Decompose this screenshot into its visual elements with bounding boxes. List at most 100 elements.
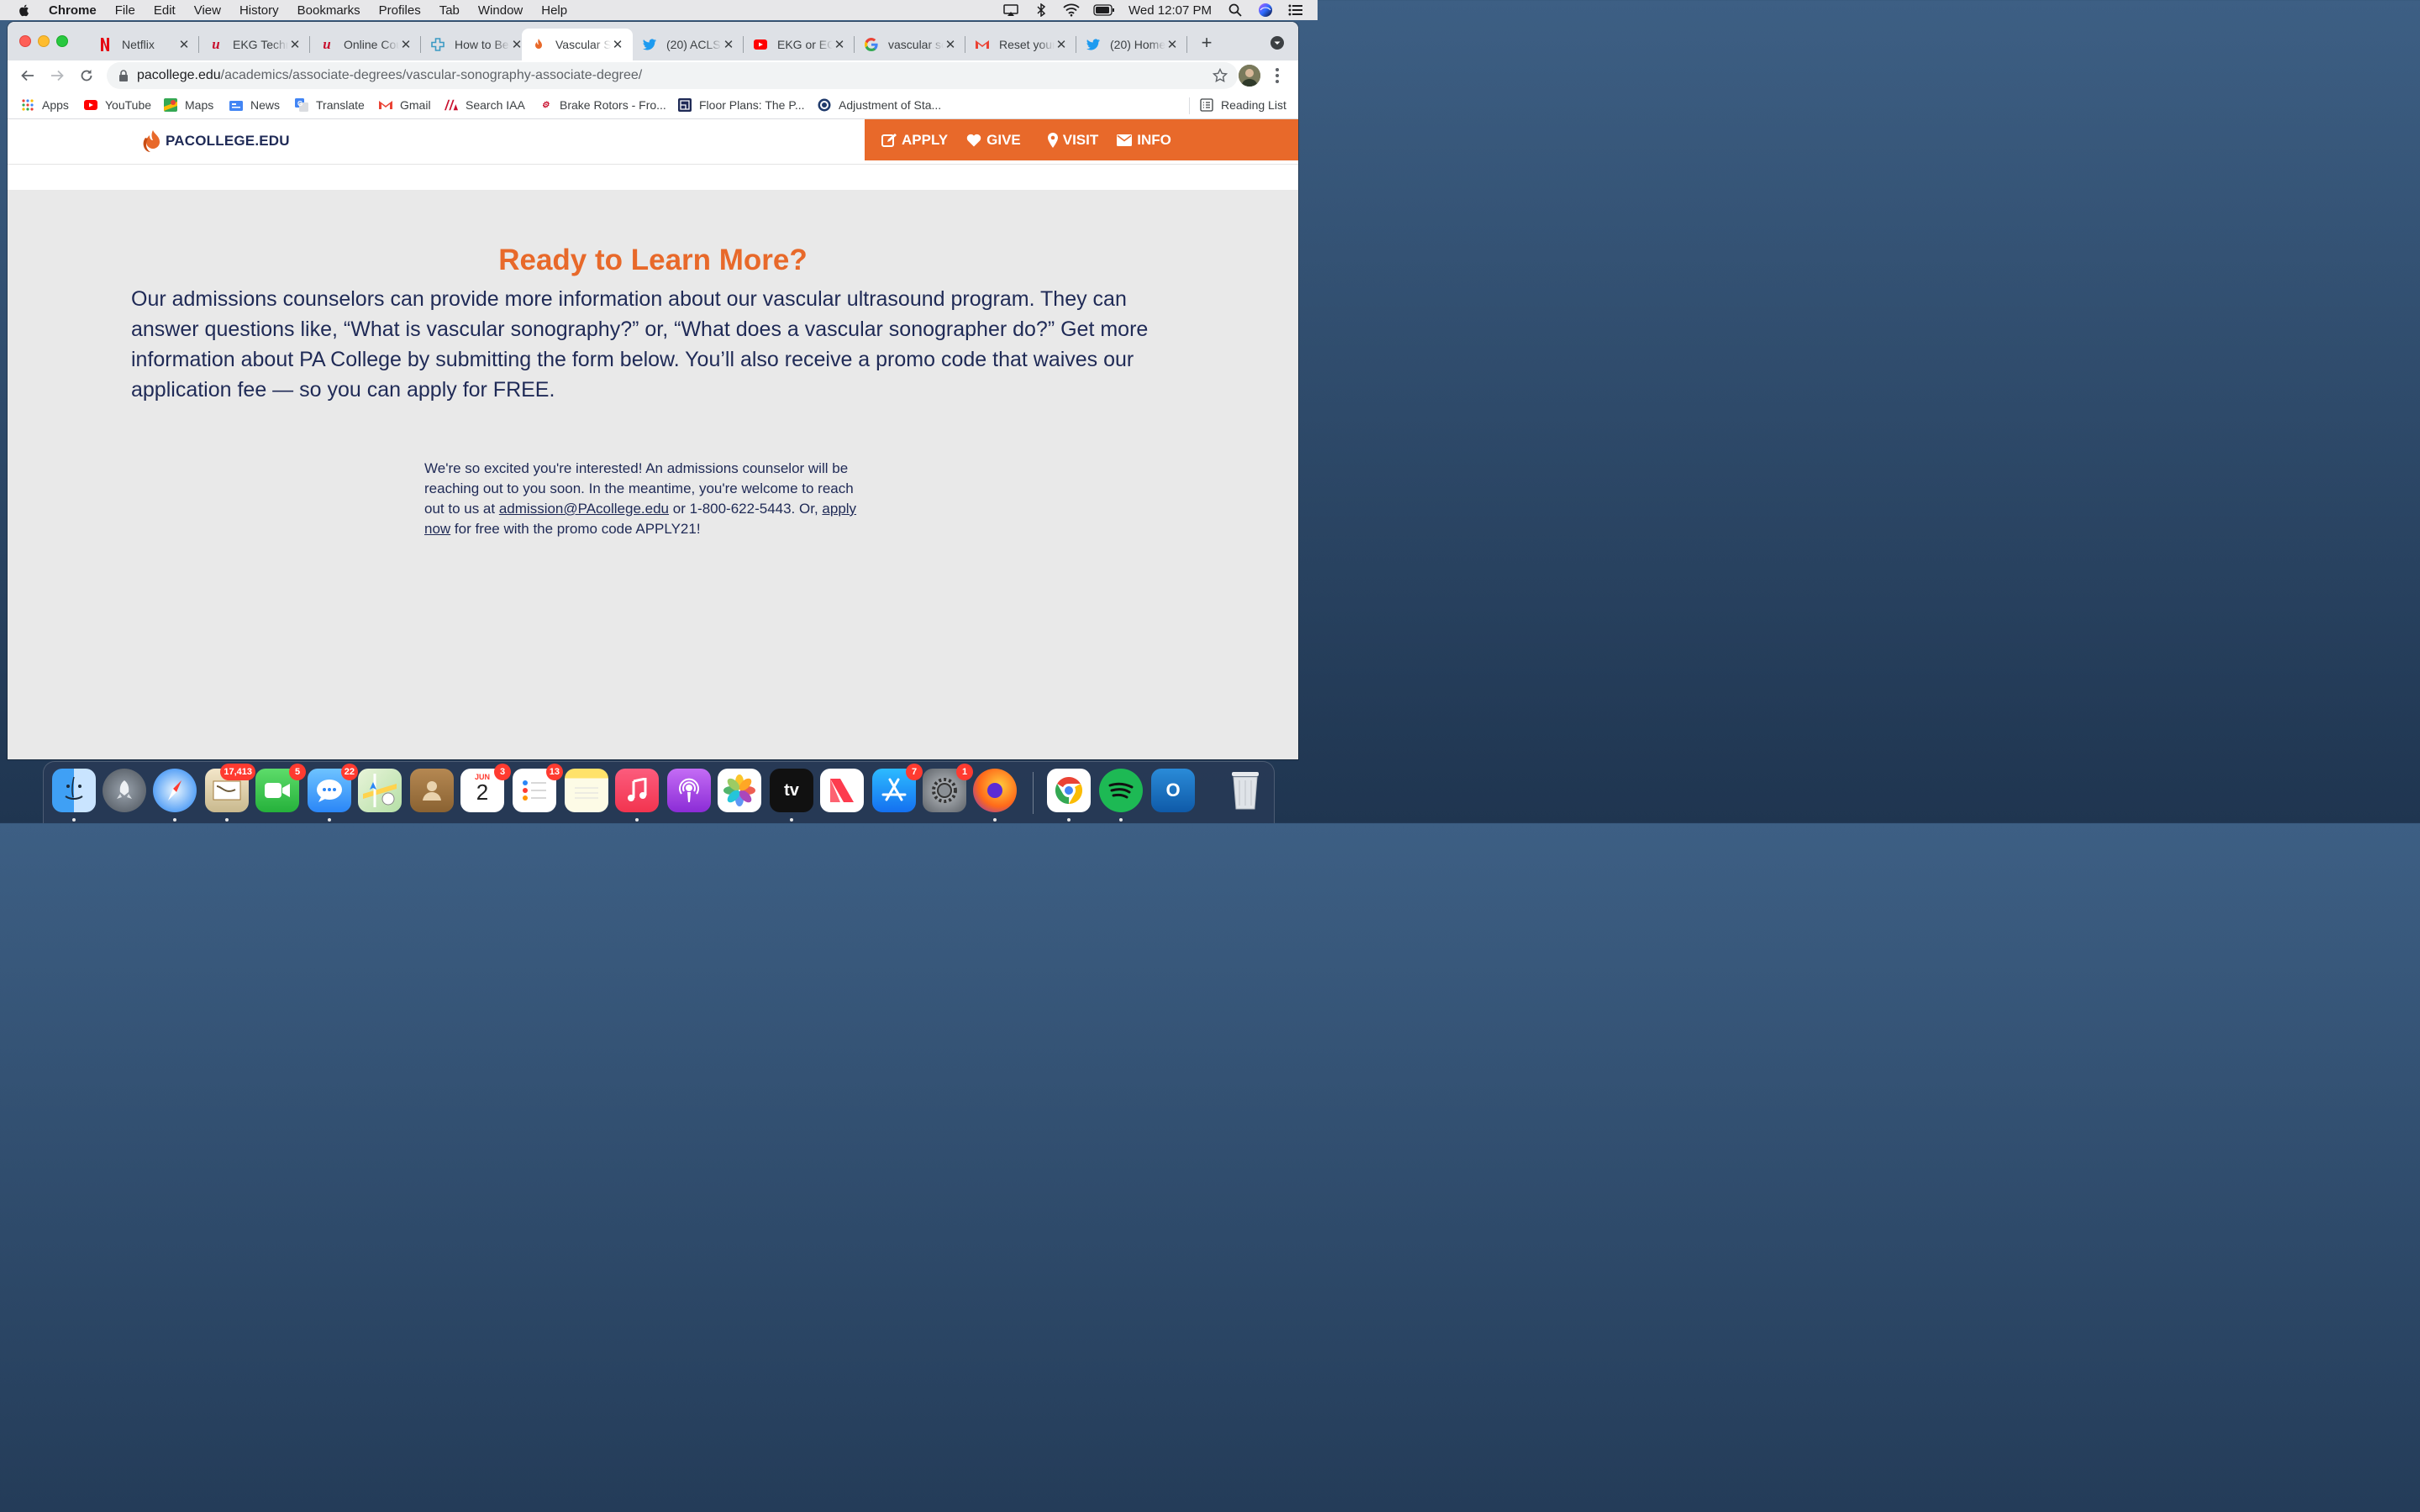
profile-avatar[interactable] (1239, 65, 1260, 87)
bookmark-label: Search IAA (466, 98, 525, 112)
zoom-window-button[interactable] (56, 35, 68, 47)
bookmark-label: News (250, 98, 281, 112)
messages-icon[interactable]: 22 (308, 764, 358, 812)
reminders-icon[interactable]: 13 (513, 764, 563, 812)
close-window-button[interactable] (19, 35, 31, 47)
menu-file[interactable]: File (115, 3, 135, 18)
bookmark-adjustment-of-status[interactable]: Adjustment of Sta... (818, 97, 941, 113)
tab-how-to-become[interactable]: How to Become ✕ (421, 29, 532, 60)
control-center-icon[interactable] (1287, 3, 1304, 17)
outlook-icon[interactable]: O (1151, 769, 1195, 812)
menu-tab[interactable]: Tab (439, 3, 460, 18)
close-tab-icon[interactable]: ✕ (288, 38, 302, 52)
airplay-icon[interactable] (1002, 3, 1019, 17)
close-tab-icon[interactable]: ✕ (611, 38, 624, 52)
apple-tv-icon[interactable]: tv (770, 769, 813, 812)
apple-menu-icon[interactable] (17, 3, 32, 18)
admissions-email-link[interactable]: admission@PAcollege.edu (499, 501, 669, 517)
notes-icon[interactable] (565, 769, 608, 812)
tab-netflix[interactable]: Netflix ✕ (88, 29, 199, 60)
reload-button[interactable] (78, 67, 95, 84)
maps-icon[interactable] (358, 769, 402, 812)
app-store-icon[interactable]: 7 (872, 764, 923, 812)
bookmark-news[interactable]: News (229, 97, 280, 113)
bookmark-star-icon[interactable] (1213, 68, 1228, 83)
minimize-window-button[interactable] (38, 35, 50, 47)
bluetooth-icon[interactable] (1033, 3, 1050, 17)
visit-nav-link[interactable]: VISIT (1047, 132, 1098, 149)
photos-icon[interactable] (718, 769, 761, 812)
chrome-menu-icon[interactable] (1273, 67, 1281, 84)
mail-badge: 17,413 (220, 764, 255, 780)
reading-list-button[interactable]: Reading List (1200, 97, 1286, 113)
bookmark-apps[interactable]: Apps (21, 97, 69, 113)
close-tab-icon[interactable]: ✕ (399, 38, 413, 52)
close-tab-icon[interactable]: ✕ (1055, 38, 1068, 52)
bookmark-gmail[interactable]: Gmail (379, 97, 431, 113)
running-indicator (635, 818, 639, 822)
lock-icon[interactable] (118, 70, 129, 81)
system-preferences-icon[interactable]: 1 (923, 764, 973, 812)
tab-twitter-home[interactable]: (20) Home ✕ (1076, 29, 1187, 60)
contacts-icon[interactable] (410, 769, 454, 812)
bookmark-label: YouTube (105, 98, 152, 112)
tab-title: Netflix (122, 38, 155, 51)
apply-nav-link[interactable]: APPLY (881, 132, 948, 149)
back-button[interactable] (19, 67, 36, 84)
bookmark-brake-rotors[interactable]: ⚙ Brake Rotors - Fro... (539, 97, 666, 113)
new-tab-button[interactable]: + (1197, 32, 1216, 53)
bookmark-youtube[interactable]: YouTube (84, 97, 151, 113)
menu-profiles[interactable]: Profiles (379, 3, 421, 18)
pacollege-flame-icon (143, 130, 160, 152)
battery-icon[interactable] (1093, 3, 1115, 17)
podcasts-icon[interactable] (667, 769, 711, 812)
menu-window[interactable]: Window (478, 3, 523, 18)
bookmark-label: Gmail (400, 98, 431, 112)
menu-bookmarks[interactable]: Bookmarks (297, 3, 360, 18)
tab-acls-twitter[interactable]: (20) ACLS ✕ (633, 29, 744, 60)
close-tab-icon[interactable]: ✕ (1165, 38, 1179, 52)
launchpad-icon[interactable] (103, 769, 146, 812)
menu-help[interactable]: Help (541, 3, 567, 18)
bookmark-translate[interactable]: G Translate (295, 97, 365, 113)
news-icon[interactable] (820, 769, 864, 812)
tab-gmail-reset[interactable]: Reset your password ✕ (965, 29, 1076, 60)
site-logo[interactable]: PACOLLEGE.EDU (142, 129, 290, 153)
facetime-icon[interactable]: 5 (255, 764, 306, 812)
tab-google-search[interactable]: vascular sonography ✕ (855, 29, 965, 60)
spotify-icon[interactable] (1099, 769, 1143, 812)
safari-icon[interactable] (153, 769, 197, 812)
tab-ekg-or-ecg-youtube[interactable]: EKG or ECG ✕ (744, 29, 855, 60)
give-nav-link[interactable]: GIVE (966, 132, 1021, 149)
firefox-icon[interactable] (973, 769, 1017, 812)
forward-button[interactable] (49, 67, 66, 84)
calendar-icon[interactable]: JUN 2 3 (460, 764, 511, 812)
macos-dock: 17,413 5 22 JUN 2 3 13 tv 7 1 O (43, 761, 1275, 823)
menu-app-name[interactable]: Chrome (49, 3, 97, 18)
close-tab-icon[interactable]: ✕ (833, 38, 846, 52)
bookmark-floor-plans[interactable]: Floor Plans: The P... (678, 97, 805, 113)
music-icon[interactable] (615, 769, 659, 812)
close-tab-icon[interactable]: ✕ (177, 38, 191, 52)
tab-vascular-sonography[interactable]: Vascular Sonography ✕ (522, 29, 633, 60)
info-nav-link[interactable]: INFO (1117, 132, 1171, 149)
menu-edit[interactable]: Edit (154, 3, 176, 18)
tab-search-icon[interactable] (1270, 36, 1284, 50)
finder-icon[interactable] (52, 769, 96, 812)
address-bar[interactable]: pacollege.edu/academics/associate-degree… (107, 62, 1238, 89)
trash-icon[interactable] (1223, 769, 1267, 812)
menu-history[interactable]: History (239, 3, 279, 18)
tab-online-courses[interactable]: u Online Courses ✕ (310, 29, 421, 60)
siri-icon[interactable] (1257, 3, 1274, 17)
bookmark-maps[interactable]: Maps (164, 97, 213, 113)
bookmark-search-iaa[interactable]: Search IAA (445, 97, 525, 113)
close-tab-icon[interactable]: ✕ (722, 38, 735, 52)
spotlight-search-icon[interactable] (1227, 3, 1244, 17)
menu-clock[interactable]: Wed 12:07 PM (1128, 3, 1212, 18)
tab-ekg-technician[interactable]: u EKG Technician ✕ (199, 29, 310, 60)
close-tab-icon[interactable]: ✕ (944, 38, 957, 52)
wifi-icon[interactable] (1063, 3, 1080, 17)
chrome-icon[interactable] (1047, 769, 1091, 812)
menu-view[interactable]: View (194, 3, 221, 18)
mail-icon[interactable]: 17,413 (205, 764, 255, 812)
